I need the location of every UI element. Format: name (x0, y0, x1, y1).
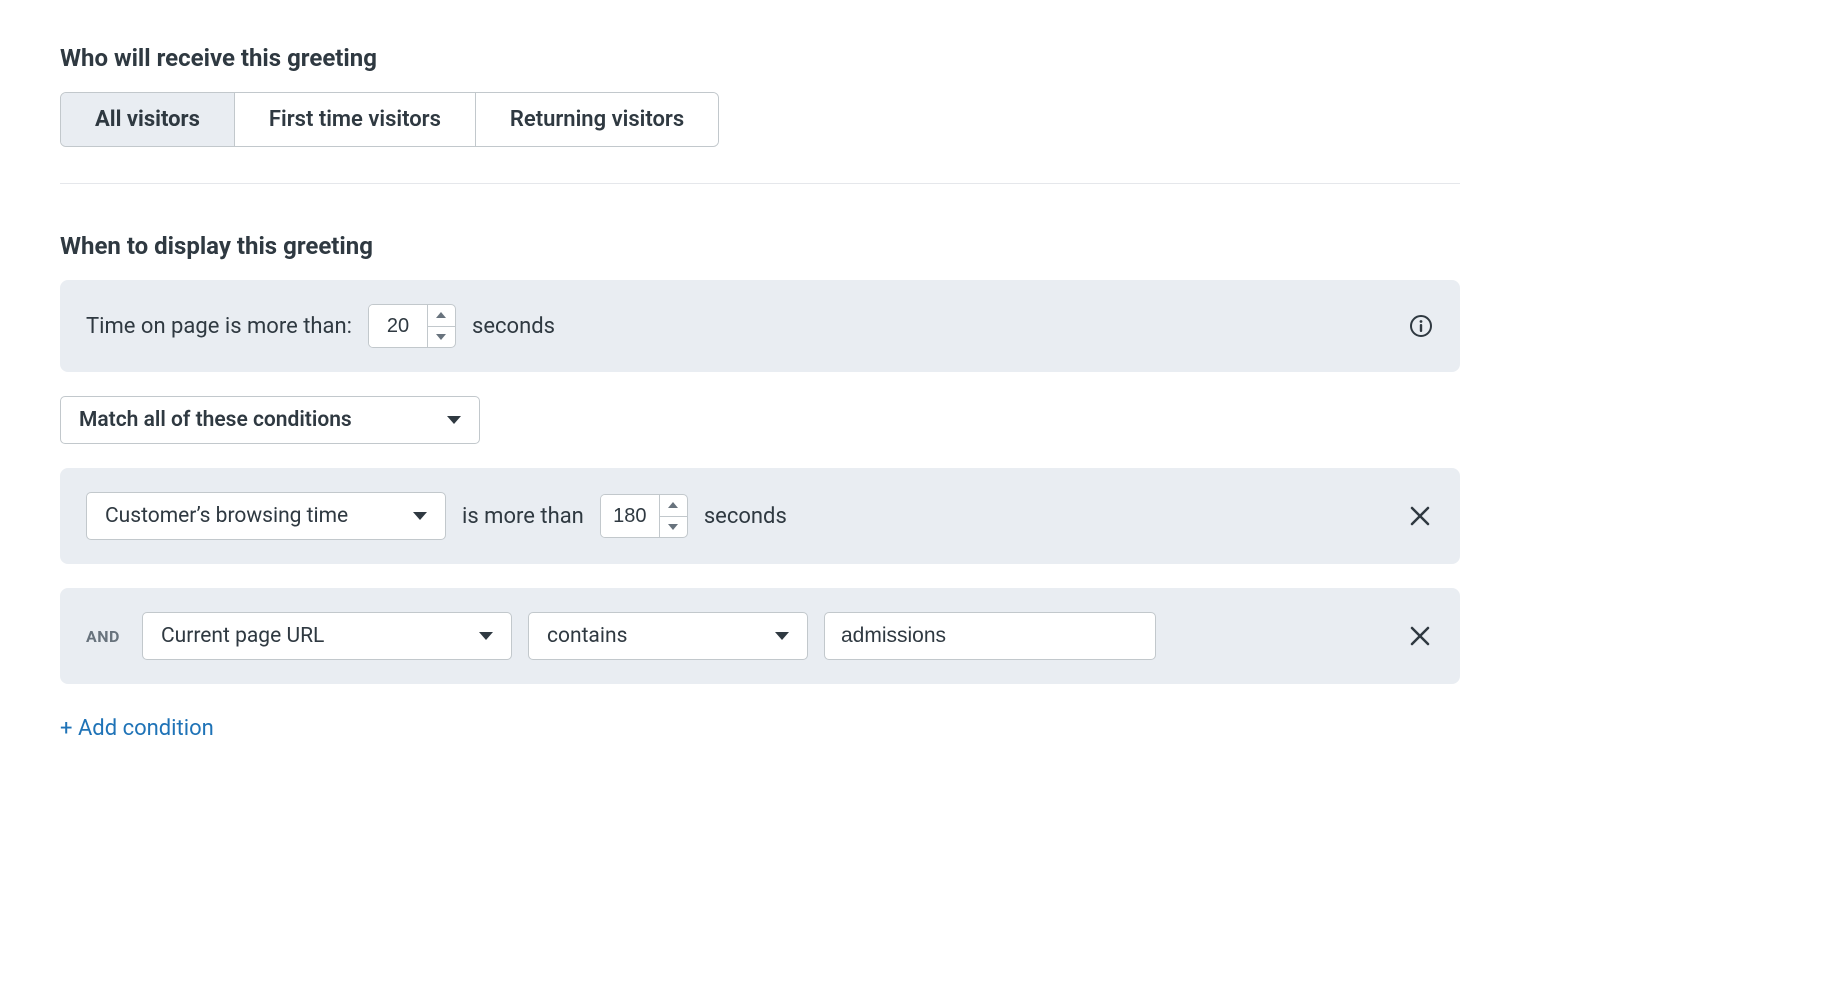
tab-returning-visitors[interactable]: Returning visitors (476, 93, 718, 146)
info-icon[interactable] (1408, 313, 1434, 339)
chevron-down-icon (479, 632, 493, 640)
condition-number-input[interactable] (601, 495, 659, 537)
condition-value-input[interactable] (824, 612, 1156, 660)
time-on-page-step-down[interactable] (428, 327, 455, 348)
condition-row: Customer’s browsing time is more than se… (60, 468, 1460, 564)
condition-field-label: Current page URL (161, 624, 324, 648)
and-badge: AND (86, 627, 122, 646)
chevron-down-icon (413, 512, 427, 520)
add-condition-link[interactable]: + Add condition (60, 716, 214, 741)
tab-all-visitors[interactable]: All visitors (61, 93, 235, 146)
time-on-page-input-wrap (368, 304, 456, 348)
condition-field-select[interactable]: Customer’s browsing time (86, 492, 446, 540)
condition-suffix: seconds (704, 504, 787, 529)
time-on-page-label: Time on page is more than: (86, 314, 352, 339)
time-on-page-input[interactable] (369, 305, 427, 347)
condition-mid-text: is more than (462, 504, 584, 529)
caret-down-icon (668, 524, 678, 530)
condition-field-select[interactable]: Current page URL (142, 612, 512, 660)
who-heading: Who will receive this greeting (60, 44, 1460, 72)
condition-number-wrap (600, 494, 688, 538)
remove-condition-button[interactable] (1406, 502, 1434, 530)
condition-operator-select[interactable]: contains (528, 612, 808, 660)
condition-step-down[interactable] (660, 517, 687, 538)
time-on-page-suffix: seconds (472, 314, 555, 339)
condition-step-up[interactable] (660, 495, 687, 517)
remove-condition-button[interactable] (1406, 622, 1434, 650)
chevron-down-icon (775, 632, 789, 640)
condition-row: AND Current page URL contains (60, 588, 1460, 684)
chevron-down-icon (447, 416, 461, 424)
caret-up-icon (668, 502, 678, 508)
match-mode-label: Match all of these conditions (79, 408, 352, 432)
time-on-page-block: Time on page is more than: seconds (60, 280, 1460, 372)
time-on-page-step-up[interactable] (428, 305, 455, 327)
caret-up-icon (436, 312, 446, 318)
caret-down-icon (436, 334, 446, 340)
match-mode-select[interactable]: Match all of these conditions (60, 396, 480, 444)
visitor-tab-group: All visitors First time visitors Returni… (60, 92, 719, 147)
section-divider (60, 183, 1460, 184)
condition-operator-label: contains (547, 624, 627, 648)
when-heading: When to display this greeting (60, 232, 1460, 260)
tab-first-time-visitors[interactable]: First time visitors (235, 93, 476, 146)
condition-field-label: Customer’s browsing time (105, 504, 348, 528)
